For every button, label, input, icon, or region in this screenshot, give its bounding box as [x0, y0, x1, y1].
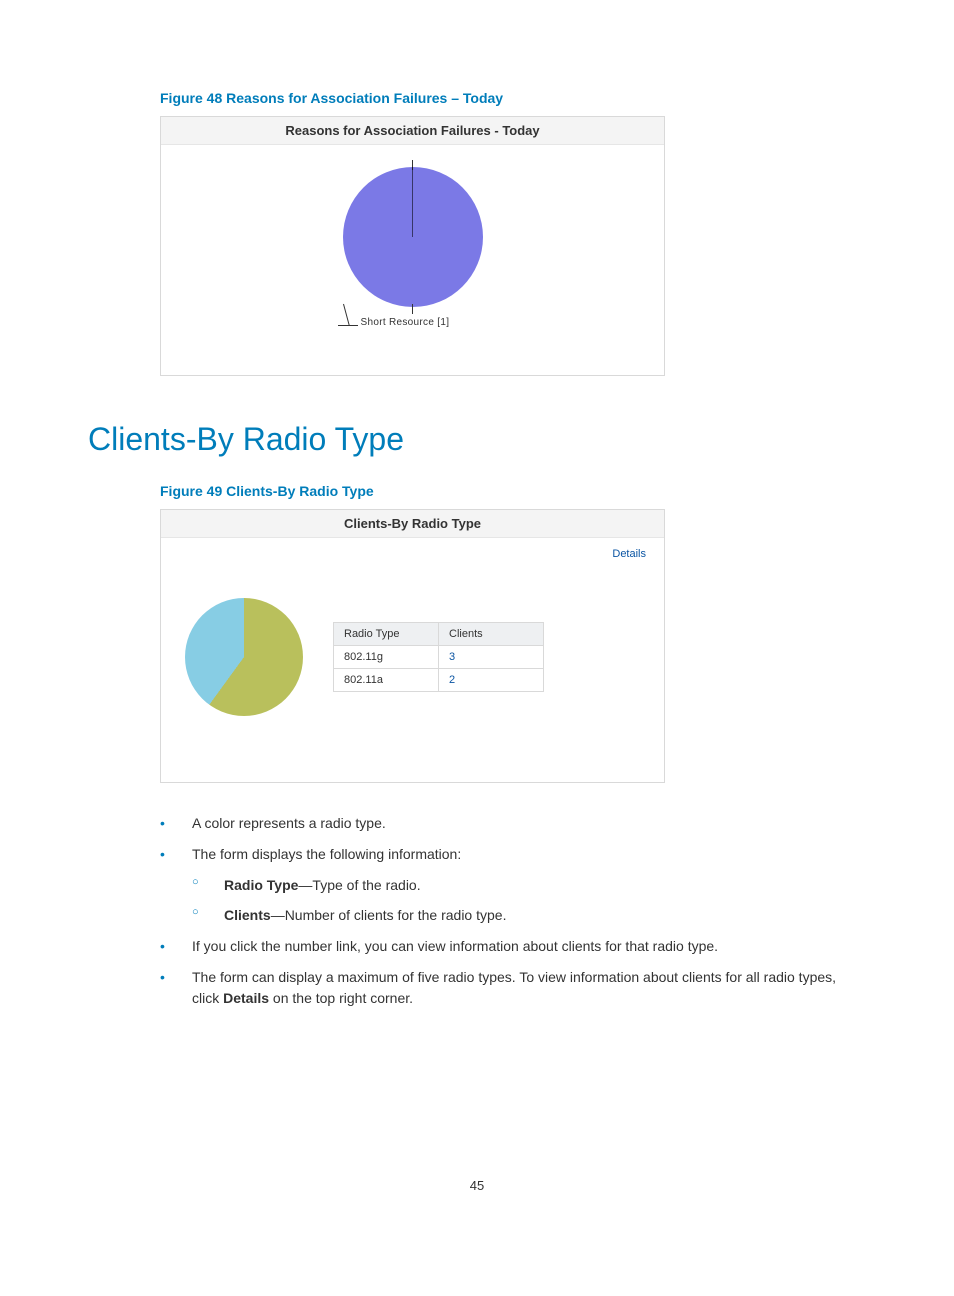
description-list: A color represents a radio type. The for…	[160, 813, 866, 1008]
table-row: 802.11a 2	[334, 669, 544, 692]
section-heading: Clients-By Radio Type	[88, 421, 866, 458]
list-item-text: on the top right corner.	[269, 990, 413, 1006]
figure-48-panel-title: Reasons for Association Failures - Today	[161, 117, 664, 145]
cell-radio-type: 802.11g	[334, 646, 439, 669]
figure-49-panel-title: Clients-By Radio Type	[161, 510, 664, 538]
figure-49-panel: Clients-By Radio Type Details Radio Type…	[160, 509, 665, 783]
pie-chart-radio-type	[185, 598, 303, 716]
list-item: If you click the number link, you can vi…	[160, 936, 866, 956]
list-item: A color represents a radio type.	[160, 813, 866, 833]
figure-48-panel: Reasons for Association Failures - Today…	[160, 116, 665, 376]
term: Clients	[224, 907, 271, 923]
pie-slice-short-resource	[343, 167, 483, 307]
definition: —Number of clients for the radio type.	[271, 907, 507, 923]
figure-48-caption: Figure 48 Reasons for Association Failur…	[160, 90, 866, 106]
list-item: The form can display a maximum of five r…	[160, 967, 866, 1008]
list-item: The form displays the following informat…	[160, 844, 866, 925]
pie-chart-assoc-failures: Short Resource [1]	[175, 157, 650, 347]
page-number: 45	[88, 1178, 866, 1193]
term: Radio Type	[224, 877, 298, 893]
table-row: 802.11g 3	[334, 646, 544, 669]
list-item-text: The form displays the following informat…	[192, 846, 461, 862]
sub-list-item: Radio Type—Type of the radio.	[192, 875, 866, 895]
table-header-clients: Clients	[439, 623, 544, 646]
table-header-radio-type: Radio Type	[334, 623, 439, 646]
term: Details	[223, 990, 269, 1006]
cell-radio-type: 802.11a	[334, 669, 439, 692]
definition: —Type of the radio.	[298, 877, 420, 893]
sub-list-item: Clients—Number of clients for the radio …	[192, 905, 866, 925]
pie-label-short-resource: Short Resource [1]	[361, 317, 450, 328]
details-link[interactable]: Details	[612, 548, 646, 560]
radio-type-table: Radio Type Clients 802.11g 3 802.11a 2	[333, 622, 544, 692]
cell-clients-link[interactable]: 3	[439, 646, 544, 669]
figure-49-caption: Figure 49 Clients-By Radio Type	[160, 483, 866, 499]
cell-clients-link[interactable]: 2	[439, 669, 544, 692]
